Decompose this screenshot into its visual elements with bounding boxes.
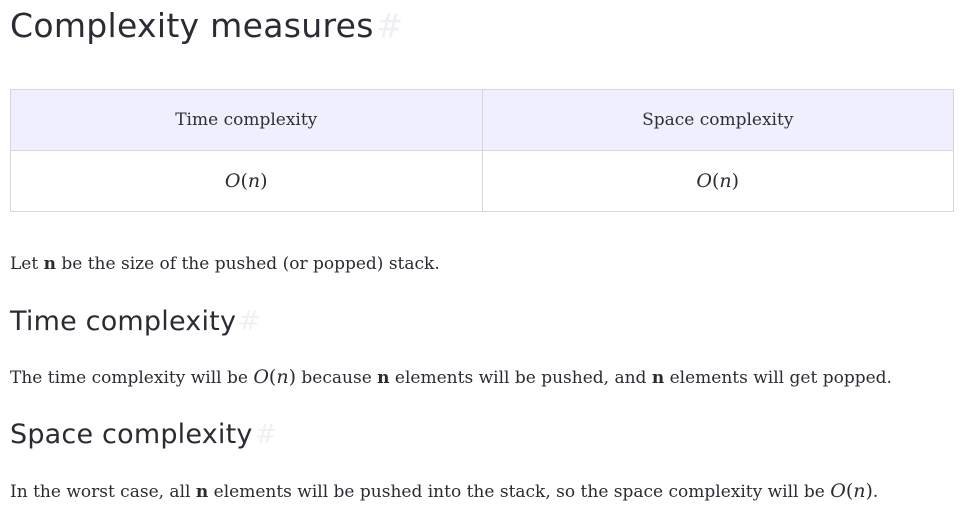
section-heading-space: Space complexity#: [10, 414, 954, 456]
heading-anchor-link[interactable]: #: [376, 6, 404, 45]
space-text-after: .: [872, 482, 879, 502]
time-bold-n-1: n: [377, 368, 390, 388]
section-heading-space-text: Space complexity: [10, 419, 253, 450]
math-expression: O(n): [830, 480, 873, 502]
space-text-before: In the worst case, all: [10, 482, 196, 502]
intro-text-before: Let: [10, 254, 44, 274]
complexity-table: Time complexity Space complexity O(n) O(…: [10, 89, 954, 212]
math-expression: O(n): [224, 170, 268, 192]
time-text-middle2: elements will be pushed, and: [389, 368, 652, 388]
time-bold-n-2: n: [651, 368, 665, 388]
math-expression: O(n): [696, 170, 740, 192]
space-paragraph: In the worst case, all n elements will b…: [10, 477, 954, 506]
intro-bold-n: n: [43, 254, 56, 274]
heading-anchor-link[interactable]: #: [238, 306, 261, 337]
space-text-middle: elements will be pushed into the stack, …: [208, 482, 831, 502]
table-header-row: Time complexity Space complexity: [10, 89, 954, 151]
table-cell-time: O(n): [10, 150, 483, 212]
math-expression: O(n): [253, 366, 297, 388]
table-row: O(n) O(n): [10, 150, 954, 212]
time-text-before: The time complexity will be: [10, 368, 254, 388]
page-title-text: Complexity measures: [10, 6, 374, 45]
space-bold-n: n: [195, 482, 209, 502]
table-cell-space: O(n): [481, 150, 954, 212]
page-title: Complexity measures#: [10, 0, 954, 52]
heading-anchor-link[interactable]: #: [255, 419, 278, 450]
table-header-time: Time complexity: [10, 89, 483, 151]
time-text-middle: because: [296, 368, 378, 388]
article-content: Complexity measures# Time complexity Spa…: [10, 0, 954, 506]
intro-paragraph: Let n be the size of the pushed (or popp…: [10, 250, 954, 278]
time-paragraph: The time complexity will be O(n) because…: [10, 363, 954, 392]
intro-text-after: be the size of the pushed (or popped) st…: [55, 254, 440, 274]
table-header-space: Space complexity: [481, 89, 954, 151]
section-heading-time: Time complexity#: [10, 301, 954, 343]
time-text-after: elements will get popped.: [664, 368, 892, 388]
section-heading-time-text: Time complexity: [10, 306, 237, 337]
